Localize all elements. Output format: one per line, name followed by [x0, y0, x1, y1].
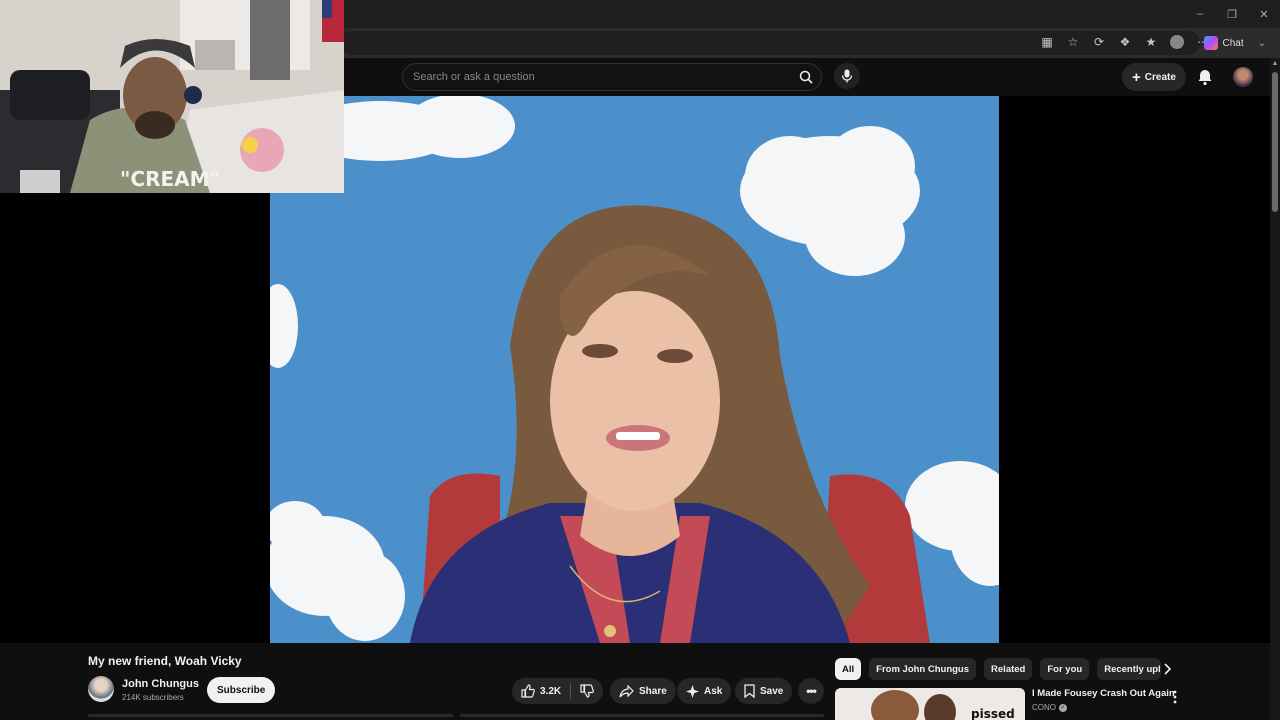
- ask-button[interactable]: Ask: [677, 678, 732, 704]
- chevron-right-icon[interactable]: [1159, 661, 1175, 677]
- refresh-icon[interactable]: ⟳: [1090, 33, 1108, 51]
- restore-icon[interactable]: ❐: [1216, 0, 1248, 28]
- svg-text:"CREAM": "CREAM": [120, 167, 220, 191]
- create-button[interactable]: + Create: [1122, 63, 1186, 91]
- chevron-down-icon: ⌄: [1257, 37, 1266, 49]
- like-count: 3.2K: [540, 685, 562, 697]
- save-label: Save: [760, 685, 784, 697]
- search-input[interactable]: [413, 64, 783, 90]
- window-controls: – ❐ ✕: [1184, 0, 1280, 28]
- comments-box-edge: [460, 714, 824, 717]
- copilot-icon: [1204, 36, 1219, 50]
- close-icon[interactable]: ✕: [1248, 0, 1280, 28]
- chip-from-channel[interactable]: From John Chungus: [869, 658, 977, 680]
- scroll-up-icon[interactable]: ▲: [1271, 60, 1279, 68]
- toolbar-icons: ▦ ☆ ⟳ ❖ ★ ⋯: [1038, 33, 1212, 51]
- thumbs-down-icon: [580, 684, 594, 698]
- thumbnail-image: pissed: [835, 688, 1025, 720]
- thumbnail-text: pissed: [971, 707, 1015, 720]
- divider: [570, 683, 572, 699]
- profile-icon[interactable]: [1168, 33, 1186, 51]
- chip-recently-uploaded[interactable]: Recently uploaded: [1097, 658, 1162, 680]
- thumbs-up-icon: [521, 684, 535, 698]
- share-button[interactable]: Share: [610, 678, 676, 704]
- screen: – ❐ ✕ ▦ ☆ ⟳ ❖ ★ ⋯ Chat ⌄ Search or ask a…: [0, 0, 1280, 720]
- player-letterbox-left: [0, 193, 270, 643]
- verified-icon: ✓: [1059, 703, 1067, 712]
- more-actions-button[interactable]: •••: [798, 678, 824, 704]
- chat-label: Chat: [1222, 37, 1244, 49]
- chip-related[interactable]: Related: [984, 658, 1033, 680]
- watch-metadata: My new friend, Woah Vicky John Chungus 2…: [0, 643, 1270, 720]
- save-button[interactable]: Save: [735, 678, 793, 704]
- plus-icon: +: [1132, 68, 1141, 86]
- search-icon[interactable]: [795, 66, 817, 88]
- chat-button[interactable]: Chat ⌄: [1204, 33, 1266, 53]
- microphone-icon[interactable]: [834, 63, 860, 89]
- share-icon: [619, 684, 634, 697]
- star-icon[interactable]: ☆: [1064, 33, 1082, 51]
- channel-avatar[interactable]: [88, 676, 114, 702]
- recommendation-chips: All From John Chungus Related For you Re…: [835, 658, 1162, 680]
- recommendation-channel-name[interactable]: CONO: [1032, 703, 1056, 712]
- video-frame: [270, 96, 999, 643]
- notifications-bell-icon[interactable]: [1195, 67, 1215, 87]
- extensions-icon[interactable]: ❖: [1116, 33, 1134, 51]
- player-letterbox-right: [999, 96, 1270, 643]
- sparkle-icon: [686, 684, 699, 698]
- subscriber-count: 214K subscribers: [122, 693, 184, 702]
- app-grid-icon[interactable]: ▦: [1038, 33, 1056, 51]
- subscribe-button[interactable]: Subscribe: [207, 677, 276, 703]
- webcam-feed: "CREAM": [0, 0, 344, 193]
- bookmark-icon: [744, 684, 755, 698]
- more-horizontal-icon: •••: [806, 684, 817, 698]
- recommendation-channel: CONO ✓: [1032, 703, 1067, 712]
- recommendation-title[interactable]: I Made Fousey Crash Out Again: [1032, 688, 1175, 699]
- video-player[interactable]: [270, 96, 999, 643]
- dislike-button[interactable]: [580, 684, 594, 698]
- description-box-edge: [88, 714, 453, 717]
- favorites-icon[interactable]: ★: [1142, 33, 1160, 51]
- chip-for-you[interactable]: For you: [1040, 658, 1090, 680]
- channel-name[interactable]: John Chungus: [122, 678, 199, 690]
- video-title: My new friend, Woah Vicky: [88, 654, 242, 668]
- ask-label: Ask: [704, 685, 723, 697]
- webcam-overlay: "CREAM": [0, 0, 344, 193]
- chip-all[interactable]: All: [835, 658, 862, 680]
- search-box: [402, 63, 822, 91]
- create-label: Create: [1144, 71, 1176, 83]
- account-avatar[interactable]: [1233, 67, 1253, 87]
- like-dislike-group: 3.2K: [512, 678, 604, 704]
- scrollbar-thumb[interactable]: [1272, 72, 1278, 212]
- more-vertical-icon[interactable]: [1170, 689, 1180, 705]
- page-scrollbar[interactable]: ▲: [1270, 58, 1280, 720]
- share-label: Share: [639, 685, 667, 697]
- like-button[interactable]: 3.2K: [521, 684, 561, 698]
- recommendation-thumbnail[interactable]: pissed: [835, 688, 1025, 720]
- minimize-icon[interactable]: –: [1184, 0, 1216, 28]
